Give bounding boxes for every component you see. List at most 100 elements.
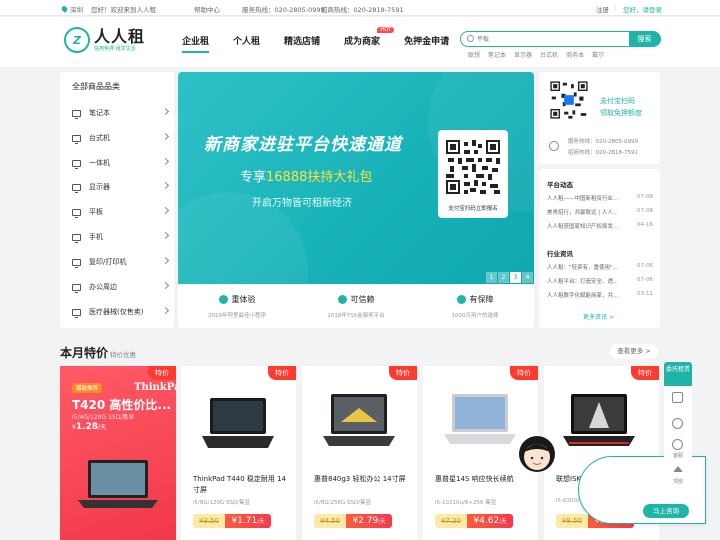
category-display[interactable]: 显示器 bbox=[72, 180, 170, 194]
sale-price: ¥4.62/天 bbox=[467, 514, 513, 528]
customer-service-avatar[interactable] bbox=[516, 432, 558, 474]
qr-icon[interactable] bbox=[672, 392, 683, 403]
news-panel: 平台动态 人人租——中国新租赁行业... 07-08 美男招行，共赢致远 | 人人… bbox=[539, 169, 660, 328]
login-link[interactable]: 您好，请登录 bbox=[623, 4, 662, 14]
news-item[interactable]: 人人租："轻资有，重使用"... 07-06 bbox=[547, 263, 653, 271]
news-item[interactable]: 人人租——中国新租赁行业... 07-08 bbox=[547, 194, 653, 202]
nav-become-merchant[interactable]: 成为商家 HOT bbox=[344, 27, 395, 53]
product-card[interactable]: 特价 ThinkPad T440 稳定耐用 14寸屏 i5/8G/120G SS… bbox=[181, 366, 296, 540]
monitor-icon bbox=[72, 159, 81, 169]
special-badge: 特价 bbox=[389, 366, 417, 380]
merchant-hotline: 招商热线：020-2818-7591 bbox=[321, 6, 404, 14]
chevron-right-icon bbox=[161, 107, 170, 116]
hero-banner[interactable]: 新商家进驻平台快速通道 专享16888扶持大礼包 开启万物皆可租新经济 支付宝扫… bbox=[178, 72, 534, 284]
register-link[interactable]: 注册 bbox=[596, 4, 609, 14]
product-card[interactable]: 特价 惠普840g3 轻松办公 14寸屏 i5/8G/256G SSD/集显 ¥… bbox=[302, 366, 417, 540]
city-selector[interactable]: 深圳 bbox=[60, 4, 83, 14]
laptop-image bbox=[202, 398, 274, 448]
chevron-right-icon bbox=[161, 256, 170, 265]
promo-card[interactable]: 特价 爆款推荐 ThinkPad T420 高性价比... i5/4G/128G… bbox=[60, 366, 176, 540]
news-item[interactable]: 人人租获国家知识产权局发... 04-16 bbox=[547, 222, 653, 230]
original-price: ¥7.20 bbox=[435, 514, 467, 528]
chevron-right-icon bbox=[161, 206, 170, 215]
search-icon bbox=[467, 35, 474, 42]
hot-keywords: 联想 笔记本 显示器 台式机 商务本 戴尔 bbox=[468, 50, 604, 59]
news-more-link[interactable]: 更多资讯 > bbox=[583, 312, 614, 321]
hotword[interactable]: 商务本 bbox=[566, 50, 584, 59]
search-box: 搜索 bbox=[460, 30, 661, 47]
logo-mark: Z bbox=[64, 27, 90, 53]
consult-now-button[interactable]: 马上咨询 bbox=[643, 504, 689, 518]
chevron-right-icon bbox=[161, 281, 170, 290]
location-pin-icon bbox=[60, 5, 69, 13]
promo-price: ¥1.28/天 bbox=[72, 422, 107, 432]
laptop-image bbox=[563, 394, 635, 446]
chevron-right-icon bbox=[161, 306, 170, 315]
search-input[interactable] bbox=[477, 34, 627, 44]
banner-page-dot[interactable]: 4 bbox=[522, 272, 533, 283]
banner-pagination: 1 2 3 4 bbox=[486, 272, 533, 283]
category-phone[interactable]: 手机 bbox=[72, 230, 170, 244]
nav-personal[interactable]: 个人租 bbox=[233, 34, 260, 53]
news-item[interactable]: 人人租数字化赋能商家，共... 03-11 bbox=[547, 291, 653, 299]
search-button[interactable]: 搜索 bbox=[628, 30, 661, 47]
laptop-icon bbox=[72, 109, 81, 119]
arrow-up-icon[interactable] bbox=[673, 466, 683, 472]
qr-caption: 支付宝扫码立即报名 bbox=[448, 206, 498, 212]
see-more-button[interactable]: 查看更多 > bbox=[610, 344, 658, 359]
banner-page-dot[interactable]: 1 bbox=[486, 272, 497, 283]
product-spec: i5/8G/120G SSD/集显 bbox=[193, 500, 251, 506]
service-hotline: 服务热线：020-2805-0999 bbox=[242, 6, 325, 14]
medical-icon bbox=[72, 308, 81, 318]
laptop-image bbox=[444, 394, 516, 444]
phone-icon bbox=[72, 233, 81, 243]
hotword[interactable]: 戴尔 bbox=[592, 50, 604, 59]
category-all-in-one[interactable]: 一体机 bbox=[72, 156, 170, 170]
category-tablet[interactable]: 平板 bbox=[72, 205, 170, 219]
top-bar: 深圳 您好！欢迎来到人人租 帮助中心 服务热线：020-2805-0999 招商… bbox=[0, 0, 720, 16]
back-to-top-label: 顶部 bbox=[672, 479, 683, 485]
office-icon bbox=[72, 283, 81, 293]
special-badge: 特价 bbox=[510, 366, 538, 380]
news-section-industry: 行业资讯 bbox=[547, 250, 573, 258]
banner-page-dot[interactable]: 2 bbox=[498, 272, 509, 283]
nav-stores[interactable]: 精选店铺 bbox=[284, 34, 320, 53]
hot-badge: HOT bbox=[377, 27, 395, 33]
category-title: 全部商品品类 bbox=[72, 82, 120, 91]
user-icon[interactable] bbox=[672, 418, 683, 429]
hotword[interactable]: 联想 bbox=[468, 50, 480, 59]
promo-tag: 爆款推荐 bbox=[72, 383, 103, 393]
site-logo[interactable]: Z 人人租 信用免押 租享生活 bbox=[64, 27, 145, 53]
nav-enterprise[interactable]: 企业租 bbox=[182, 34, 210, 53]
news-item[interactable]: 美男招行，共赢致远 | 人人... 07-08 bbox=[547, 208, 653, 216]
help-center-link[interactable]: 帮助中心 bbox=[194, 4, 220, 14]
category-medical[interactable]: 医疗器械(仅售卖) bbox=[72, 305, 170, 319]
original-price: ¥3.50 bbox=[193, 514, 225, 528]
thumb-icon bbox=[218, 295, 228, 304]
category-sidebar: 全部商品品类 笔记本 台式机 一体机 显示器 平板 手机 复印/打印机 办公周边… bbox=[60, 72, 174, 328]
welcome-text: 您好！欢迎来到人人租 bbox=[91, 6, 156, 14]
promo-brand: ThinkPad bbox=[134, 382, 176, 393]
service-label: 客服 bbox=[672, 453, 683, 459]
printer-icon bbox=[72, 258, 81, 268]
category-laptop[interactable]: 笔记本 bbox=[72, 106, 170, 120]
hotword[interactable]: 显示器 bbox=[514, 50, 532, 59]
laptop-image bbox=[78, 460, 158, 508]
product-price-bar: ¥7.20 ¥4.62/天 bbox=[435, 514, 513, 528]
entrust-rent-button[interactable]: 委托租赁 bbox=[664, 362, 692, 386]
hotword[interactable]: 台式机 bbox=[540, 50, 558, 59]
promo-title: T420 高性价比... bbox=[72, 398, 172, 412]
nav-deposit-free[interactable]: 免押金申请 bbox=[404, 34, 449, 53]
category-office[interactable]: 办公周边 bbox=[72, 280, 170, 294]
hotword[interactable]: 笔记本 bbox=[488, 50, 506, 59]
alipay-qr-panel: 支付宝扫码 领取免押额度 服务热线：020-2805-0999 招商热线：020… bbox=[539, 72, 660, 164]
category-printer[interactable]: 复印/打印机 bbox=[72, 255, 170, 269]
desktop-icon bbox=[72, 134, 81, 144]
chevron-right-icon bbox=[161, 132, 170, 141]
laptop-image bbox=[323, 394, 395, 446]
category-desktop[interactable]: 台式机 bbox=[72, 131, 170, 145]
banner-page-dot-active[interactable]: 3 bbox=[510, 272, 521, 283]
chevron-right-icon bbox=[161, 157, 170, 166]
headset-icon[interactable] bbox=[672, 439, 683, 450]
news-item[interactable]: 人人租平台：打造安全、透... 07-06 bbox=[547, 277, 653, 285]
